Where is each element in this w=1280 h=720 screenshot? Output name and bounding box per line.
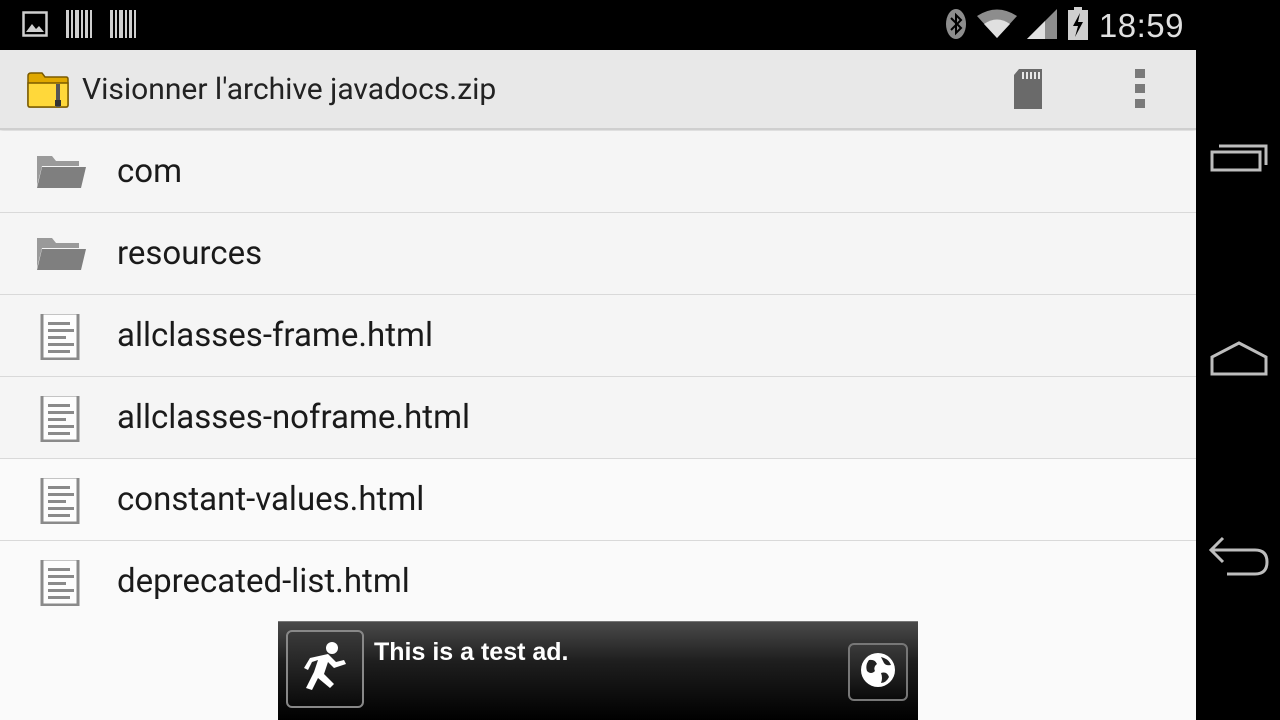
- recents-button[interactable]: [1206, 135, 1272, 185]
- sd-card-icon: [1013, 68, 1043, 114]
- file-name: allclasses-noframe.html: [117, 398, 471, 437]
- navigation-bar: [1196, 0, 1280, 720]
- recents-icon: [1209, 141, 1269, 179]
- globe-icon: [859, 651, 897, 693]
- signal-icon: [1026, 9, 1057, 43]
- barcode-icon: [110, 10, 136, 42]
- back-button[interactable]: [1206, 533, 1272, 583]
- clock: 18:59: [1098, 7, 1184, 44]
- folder-icon: [34, 150, 88, 196]
- runner-icon: [286, 630, 364, 708]
- image-icon: [22, 11, 48, 41]
- file-name: constant-values.html: [117, 480, 425, 519]
- notification-icons: [22, 10, 136, 42]
- action-bar: Visionner l'archive javadocs.zip: [0, 50, 1196, 130]
- wifi-icon: [976, 9, 1017, 43]
- list-item[interactable]: deprecated-list.html: [0, 541, 1196, 622]
- home-icon: [1209, 337, 1269, 381]
- home-button[interactable]: [1206, 334, 1272, 384]
- archive-folder-icon[interactable]: [26, 70, 70, 110]
- globe-button[interactable]: [848, 643, 908, 701]
- list-item[interactable]: allclasses-frame.html: [0, 295, 1196, 377]
- file-name: deprecated-list.html: [117, 562, 410, 601]
- file-list: com resources allclasses-frame.html allc…: [0, 131, 1196, 622]
- list-item[interactable]: com: [0, 131, 1196, 213]
- file-name: allclasses-frame.html: [117, 316, 433, 355]
- document-icon: [34, 311, 88, 361]
- list-item[interactable]: allclasses-noframe.html: [0, 377, 1196, 459]
- list-item[interactable]: resources: [0, 213, 1196, 295]
- battery-charging-icon: [1067, 7, 1089, 45]
- barcode-icon: [66, 10, 92, 42]
- system-icons: 18:59: [945, 6, 1184, 46]
- folder-icon: [34, 232, 88, 278]
- document-icon: [34, 557, 88, 607]
- app-screen: 18:59 Visionner l'archive javadocs.zip c…: [0, 0, 1196, 720]
- status-bar: 18:59: [0, 0, 1196, 50]
- overflow-menu-button[interactable]: [1110, 64, 1170, 118]
- file-name: com: [117, 152, 183, 191]
- overflow-menu-icon: [1134, 68, 1146, 114]
- ad-text: This is a test ad.: [374, 638, 569, 666]
- document-icon: [34, 475, 88, 525]
- list-item[interactable]: constant-values.html: [0, 459, 1196, 541]
- ad-banner[interactable]: This is a test ad.: [278, 621, 918, 720]
- file-name: resources: [117, 234, 263, 273]
- document-icon: [34, 393, 88, 443]
- bluetooth-icon: [945, 8, 967, 44]
- back-icon: [1207, 534, 1271, 582]
- page-title: Visionner l'archive javadocs.zip: [82, 72, 497, 107]
- sd-card-button[interactable]: [998, 64, 1058, 118]
